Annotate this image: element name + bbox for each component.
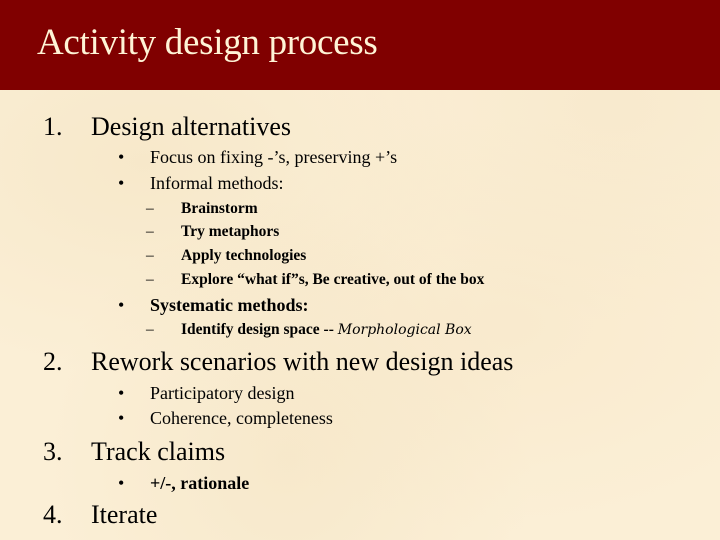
section-heading-text: Rework scenarios with new design ideas (91, 347, 514, 376)
section-number: 1. (43, 112, 63, 141)
list-item-text: Systematic methods: (150, 295, 309, 315)
sub-list-item-text: Explore “what if”s, Be creative, out of … (181, 271, 485, 288)
section-heading-text: Design alternatives (91, 112, 291, 141)
dash-icon: – (146, 200, 154, 217)
title-bar: Activity design process (0, 0, 720, 90)
list-item-text: +/-, rationale (150, 473, 250, 493)
sub-list-item-text: Identify design space -- Morphological B… (181, 322, 472, 338)
section-heading-text: Track claims (91, 437, 226, 466)
emphasis-text: Morphological Box (337, 322, 472, 338)
sub-list-item-main: Identify design space -- (181, 321, 338, 338)
section-number: 3. (43, 437, 63, 466)
sub-list-item-text: Apply technologies (181, 247, 307, 264)
slide-title: Activity design process (37, 22, 378, 63)
dash-icon: – (146, 247, 154, 264)
sub-list-item-text: Brainstorm (181, 200, 258, 217)
bullet-icon: • (118, 473, 125, 493)
dash-icon: – (146, 321, 154, 338)
bullet-icon: • (118, 408, 125, 428)
section-heading-text: Iterate (91, 500, 158, 529)
bullet-icon: • (118, 383, 125, 403)
bullet-icon: • (118, 295, 125, 315)
bullet-icon: • (118, 173, 125, 193)
list-item-text: Coherence, completeness (150, 408, 333, 428)
dash-icon: – (146, 223, 154, 240)
dash-icon: – (146, 271, 154, 288)
bullet-icon: • (118, 147, 125, 167)
list-item-text: Focus on fixing -’s, preserving +’s (150, 147, 398, 167)
section-number: 2. (43, 347, 63, 376)
section-number: 4. (43, 500, 63, 529)
list-item-text: Informal methods: (150, 173, 284, 193)
list-item-text: Participatory design (150, 383, 295, 403)
sub-list-item-text: Try metaphors (181, 223, 280, 240)
